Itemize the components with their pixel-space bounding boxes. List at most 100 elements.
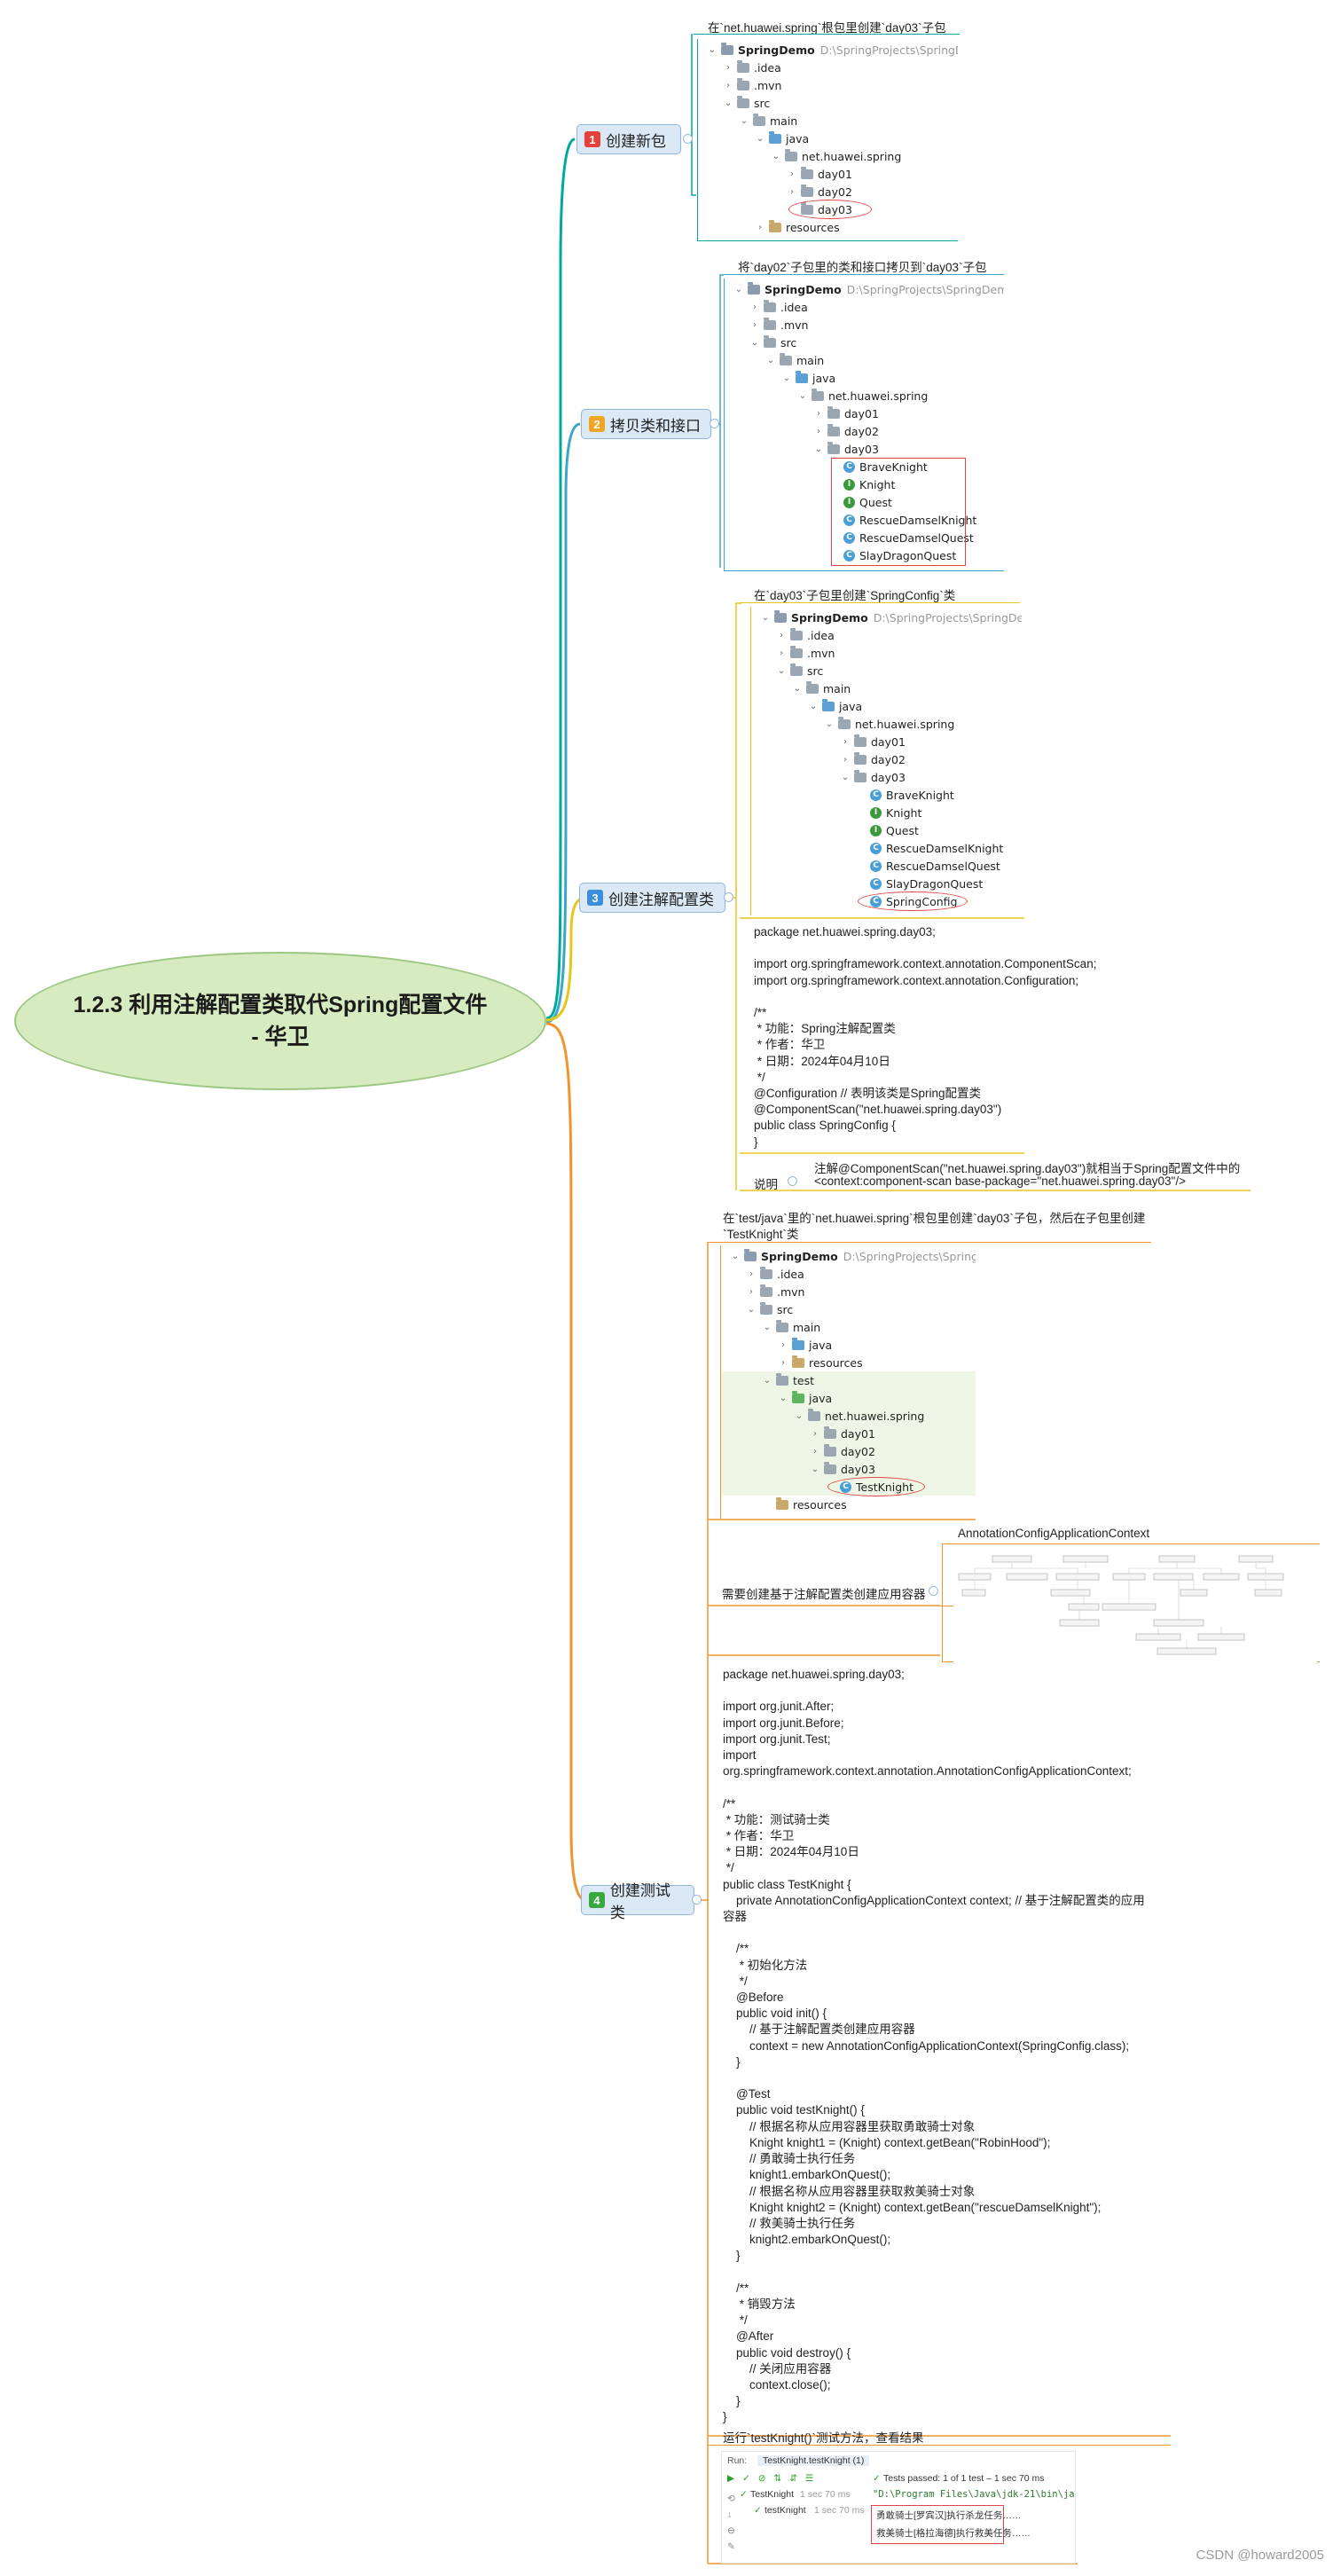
tree-item-label: day01 bbox=[871, 734, 906, 749]
chevron-down-icon: ⌄ bbox=[763, 1322, 772, 1332]
tree-item-day03[interactable]: ⌄ day03 bbox=[725, 440, 879, 458]
tree-item-resources[interactable]: › resources bbox=[721, 1354, 863, 1371]
tree-item-mvn[interactable]: › .mvn bbox=[751, 644, 835, 662]
tree-project-name: SpringDemo bbox=[791, 610, 868, 624]
tree-item-rescuedamselknight[interactable]: C RescueDamselKnight bbox=[751, 839, 1003, 857]
tree-item-resources[interactable]: › resources bbox=[698, 218, 840, 236]
tree-item-label: day02 bbox=[818, 185, 852, 199]
chevron-right-icon: › bbox=[843, 736, 847, 747]
tree-project-root[interactable]: ⌄SpringDemoD:\SpringProjects\SpringDemo bbox=[725, 280, 1004, 298]
tree-item-braveknight[interactable]: C BraveKnight bbox=[751, 786, 954, 804]
tree-item-knight[interactable]: I Knight bbox=[751, 804, 921, 821]
test-name[interactable]: testKnight bbox=[765, 2505, 806, 2516]
tree-item-day03[interactable]: ⌄ day03 bbox=[721, 1460, 976, 1478]
tree-item-java[interactable]: ⌄ java bbox=[751, 697, 862, 715]
tree-item-java[interactable]: ⌄ java bbox=[721, 1389, 976, 1407]
interface-icon: I bbox=[870, 824, 882, 836]
folder-icon bbox=[760, 1301, 772, 1315]
branch-create-config-class[interactable]: 3 创建注解配置类 bbox=[579, 883, 725, 913]
tree-item-label: java bbox=[786, 131, 810, 145]
tree-project-path: D:\SpringProjects\SpringDemo bbox=[843, 1249, 976, 1263]
tree-item-main[interactable]: ⌄ main bbox=[698, 112, 797, 130]
tree-item-label: RescueDamselQuest bbox=[886, 859, 1000, 873]
tree-item-main[interactable]: ⌄ main bbox=[721, 1318, 820, 1336]
folder-icon bbox=[780, 352, 792, 365]
tree-item-day01[interactable]: › day01 bbox=[725, 404, 879, 422]
tree-item-label: .idea bbox=[754, 60, 781, 75]
code-spring-config: package net.huawei.spring.day03; import … bbox=[754, 925, 1097, 1149]
tree-item-net-huawei-spring[interactable]: ⌄ net.huawei.spring bbox=[725, 387, 928, 404]
tree-item-java[interactable]: › java bbox=[721, 1336, 832, 1354]
tree-item-net-huawei-spring[interactable]: ⌄ net.huawei.spring bbox=[698, 147, 901, 165]
tree-project-root[interactable]: ⌄SpringDemoD:\SpringProjects\SpringDemo bbox=[751, 609, 1022, 626]
tree-item-net-huawei-spring[interactable]: ⌄ net.huawei.spring bbox=[721, 1407, 976, 1425]
chevron-right-icon: › bbox=[817, 426, 820, 436]
tree-item-idea[interactable]: › .idea bbox=[721, 1265, 804, 1283]
collapse-toggle[interactable] bbox=[724, 892, 733, 902]
chevron-right-icon: › bbox=[813, 1446, 817, 1457]
tree-item-main[interactable]: ⌄ main bbox=[725, 351, 824, 369]
tree-item-day02[interactable]: › day02 bbox=[725, 422, 879, 440]
tree-item-day01[interactable]: › day01 bbox=[751, 733, 906, 750]
tree-item-day02[interactable]: › day02 bbox=[721, 1442, 976, 1460]
tree-item-src[interactable]: ⌄ src bbox=[721, 1300, 793, 1318]
highlight-box bbox=[831, 458, 966, 566]
tree-project-root[interactable]: ⌄SpringDemoD:\SpringProjects\SpringDemo bbox=[721, 1247, 976, 1265]
tree-item-day02[interactable]: › day02 bbox=[751, 750, 906, 768]
branch-create-package[interactable]: 1 创建新包 bbox=[576, 124, 681, 154]
tree-item-mvn[interactable]: › .mvn bbox=[725, 316, 808, 334]
folder-icon bbox=[753, 113, 765, 126]
collapse-toggle[interactable] bbox=[683, 134, 693, 144]
run-caption: 运行`testKnight()`测试方法，查看结果 bbox=[723, 2431, 924, 2445]
collapse-toggle[interactable] bbox=[788, 1176, 797, 1186]
tree-item-src[interactable]: ⌄ src bbox=[751, 662, 823, 679]
tree-project-path: D:\SpringProjects\SpringDemo bbox=[846, 282, 1004, 296]
collapse-toggle[interactable] bbox=[692, 1895, 702, 1905]
tree-item-rescuedamselquest[interactable]: C RescueDamselQuest bbox=[751, 857, 1000, 875]
folder-icon bbox=[776, 1496, 788, 1510]
tree-item-src[interactable]: ⌄ src bbox=[725, 334, 796, 351]
tree-item-label: src bbox=[807, 664, 824, 678]
tree-item-resources[interactable]: resources bbox=[721, 1496, 847, 1513]
branch-label: 创建注解配置类 bbox=[608, 891, 714, 908]
tree-item-java[interactable]: ⌄ java bbox=[698, 130, 809, 147]
collapse-toggle[interactable] bbox=[710, 419, 719, 428]
topic-caption-4b: `TestKnight`类 bbox=[723, 1228, 799, 1241]
tree-item-label: net.huawei.spring bbox=[825, 1409, 925, 1423]
chevron-right-icon: › bbox=[758, 222, 762, 232]
root-topic[interactable]: 1.2.3 利用注解配置类取代Spring配置文件 - 华卫 bbox=[14, 952, 546, 1090]
tree-item-net-huawei-spring[interactable]: ⌄ net.huawei.spring bbox=[751, 715, 954, 733]
chevron-right-icon: › bbox=[843, 754, 847, 765]
folder-icon bbox=[801, 166, 813, 179]
tree-item-label: main bbox=[796, 353, 825, 367]
tree-item-test[interactable]: ⌄ test bbox=[721, 1371, 976, 1389]
branch-copy-classes[interactable]: 2 拷贝类和接口 bbox=[581, 409, 711, 439]
branch-create-test-class[interactable]: 4 创建测试类 bbox=[581, 1882, 694, 1921]
topic-underline bbox=[724, 274, 1004, 275]
tree-item-quest[interactable]: I Quest bbox=[751, 821, 919, 839]
tree-item-idea[interactable]: › .idea bbox=[725, 298, 808, 316]
folder-icon bbox=[796, 370, 808, 383]
tree-item-label: .idea bbox=[780, 300, 808, 314]
tree-item-day02[interactable]: › day02 bbox=[698, 183, 852, 200]
tree-item-day01[interactable]: › day01 bbox=[698, 165, 852, 183]
test-suite[interactable]: TestKnight bbox=[750, 2489, 794, 2500]
folder-icon bbox=[824, 1425, 836, 1439]
tree-item-idea[interactable]: › .idea bbox=[698, 59, 781, 76]
output-line-2: 救美骑士[格拉海德]执行救美任务…… bbox=[876, 2528, 1031, 2539]
folder-icon bbox=[737, 95, 749, 108]
tree-item-slaydragonquest[interactable]: C SlayDragonQuest bbox=[751, 875, 983, 892]
branch-label: 创建新包 bbox=[606, 132, 666, 150]
container-topic: 需要创建基于注解配置类创建应用容器 bbox=[722, 1588, 926, 1601]
collapse-toggle[interactable] bbox=[929, 1586, 938, 1596]
tree-item-idea[interactable]: › .idea bbox=[751, 626, 835, 644]
tree-item-mvn[interactable]: › .mvn bbox=[698, 76, 781, 94]
tree-item-day03[interactable]: ⌄ day03 bbox=[751, 768, 906, 786]
tree-item-main[interactable]: ⌄ main bbox=[751, 679, 851, 697]
tree-item-java[interactable]: ⌄ java bbox=[725, 369, 835, 387]
run-tab[interactable]: TestKnight.testKnight (1) bbox=[757, 2455, 870, 2466]
tree-item-day01[interactable]: › day01 bbox=[721, 1425, 976, 1442]
tree-project-root[interactable]: ⌄SpringDemoD:\SpringProjects\SpringDemo bbox=[698, 41, 958, 59]
tree-item-src[interactable]: ⌄ src bbox=[698, 94, 770, 112]
tree-item-mvn[interactable]: › .mvn bbox=[721, 1283, 804, 1300]
